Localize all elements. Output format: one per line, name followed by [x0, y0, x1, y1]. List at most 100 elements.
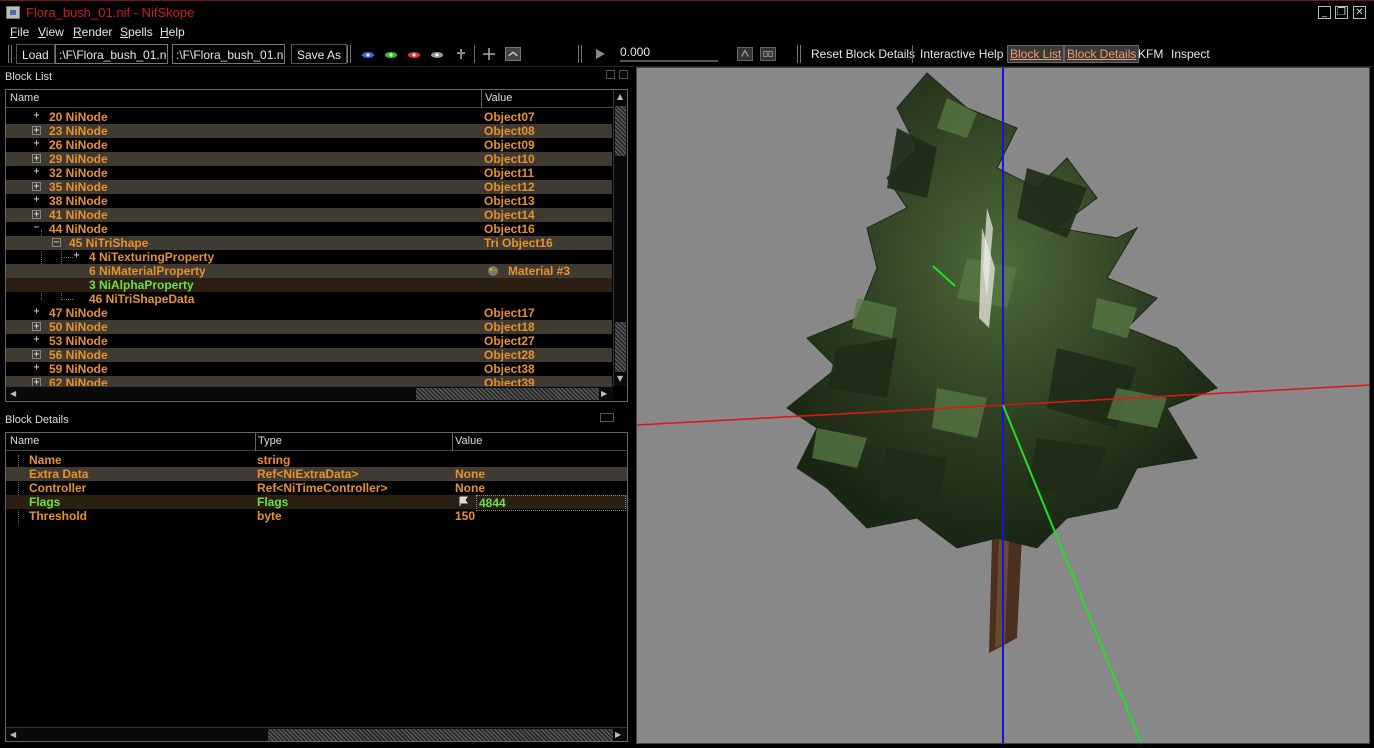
scrollbar-thumb[interactable]: [268, 729, 613, 741]
expand-icon[interactable]: +: [32, 111, 41, 121]
block-list-tree[interactable]: Name Value + 20 NiNode Object07 + 23 NiN…: [5, 89, 628, 402]
expand-icon[interactable]: +: [32, 126, 41, 136]
expand-icon[interactable]: +: [32, 167, 41, 177]
block-list-toggle[interactable]: Block List: [1007, 45, 1065, 63]
detail-row[interactable]: Name string: [6, 453, 627, 467]
column-divider[interactable]: [452, 433, 453, 451]
detail-row[interactable]: Extra Data Ref<NiExtraData> None: [6, 467, 627, 481]
scroll-up-arrow-icon[interactable]: ▲: [617, 92, 623, 101]
scroll-right-arrow-icon[interactable]: ▶: [615, 730, 621, 739]
dock-float-icon[interactable]: [600, 413, 614, 422]
tree-row[interactable]: + 53 NiNode Object27: [6, 334, 612, 348]
column-header-type[interactable]: Type: [258, 435, 282, 447]
tree-row[interactable]: + 50 NiNode Object18: [6, 320, 612, 334]
tree-row[interactable]: + 20 NiNode Object07: [6, 110, 612, 124]
field-value[interactable]: None: [455, 467, 485, 481]
loop-animation-icon[interactable]: [737, 47, 753, 61]
tree-row[interactable]: + 32 NiNode Object11: [6, 166, 612, 180]
column-header-name[interactable]: Name: [10, 92, 39, 104]
tree-row[interactable]: + 4 NiTexturingProperty: [6, 250, 612, 264]
scrollbar-thumb[interactable]: [615, 106, 626, 156]
view-user-icon[interactable]: [429, 47, 445, 61]
block-details-horizontal-scrollbar[interactable]: ◀ ▶: [6, 727, 627, 741]
column-divider[interactable]: [481, 90, 482, 108]
scroll-right-arrow-icon[interactable]: ▶: [601, 389, 607, 398]
minimize-button[interactable]: _: [1318, 6, 1331, 19]
expand-icon[interactable]: +: [32, 350, 41, 360]
tree-row[interactable]: + 26 NiNode Object09: [6, 138, 612, 152]
interactive-help-button[interactable]: Interactive Help: [920, 47, 1003, 61]
toolbar-grip[interactable]: [578, 45, 582, 63]
dock-close-icon[interactable]: [619, 70, 628, 79]
tree-row[interactable]: 46 NiTriShapeData: [6, 292, 612, 306]
expand-icon[interactable]: +: [32, 322, 41, 332]
save-as-button[interactable]: Save As: [291, 44, 348, 64]
tree-row[interactable]: + 47 NiNode Object17: [6, 306, 612, 320]
menu-help[interactable]: Help: [160, 25, 185, 39]
scrollbar-thumb[interactable]: [615, 322, 626, 372]
inspect-toggle[interactable]: Inspect: [1171, 47, 1210, 61]
tree-row-selected[interactable]: 3 NiAlphaProperty: [6, 278, 612, 292]
column-header-value[interactable]: Value: [485, 92, 512, 104]
collapse-icon[interactable]: −: [32, 223, 41, 233]
flag-icon[interactable]: [458, 496, 469, 507]
load-path-field[interactable]: :\F\Flora_bush_01.nif: [55, 44, 168, 64]
walk-mode-icon[interactable]: [453, 47, 469, 61]
restore-button[interactable]: ❐: [1335, 6, 1348, 19]
expand-icon[interactable]: +: [32, 154, 41, 164]
menu-view[interactable]: View: [38, 25, 64, 39]
load-button[interactable]: Load: [16, 44, 55, 64]
field-value[interactable]: 150: [455, 509, 475, 523]
block-details-toggle[interactable]: Block Details: [1064, 45, 1140, 63]
toolbar-grip[interactable]: [8, 45, 12, 63]
tree-row[interactable]: + 38 NiNode Object13: [6, 194, 612, 208]
save-path-field[interactable]: :\F\Flora_bush_01.nif: [172, 44, 285, 64]
view-side-icon[interactable]: [406, 47, 422, 61]
tree-row[interactable]: − 44 NiNode Object16: [6, 222, 612, 236]
expand-icon[interactable]: +: [32, 378, 41, 386]
expand-icon[interactable]: +: [32, 307, 41, 317]
detail-row[interactable]: Threshold byte 150: [6, 509, 627, 523]
tree-row[interactable]: + 35 NiNode Object12: [6, 180, 612, 194]
expand-icon[interactable]: +: [32, 195, 41, 205]
scene-render[interactable]: [637, 68, 1370, 744]
orthographic-toggle-icon[interactable]: [505, 47, 521, 61]
animation-time-slider[interactable]: [620, 60, 718, 62]
tree-row[interactable]: 6 NiMaterialProperty Material #3: [6, 264, 612, 278]
collapse-icon[interactable]: −: [52, 238, 61, 248]
detail-row[interactable]: Controller Ref<NiTimeController> None: [6, 481, 627, 495]
play-icon[interactable]: [592, 47, 608, 61]
kfm-toggle[interactable]: KFM: [1138, 47, 1163, 61]
column-divider[interactable]: [255, 433, 256, 451]
tree-row[interactable]: + 62 NiNode Object39: [6, 376, 612, 386]
menu-spells[interactable]: Spells: [120, 25, 153, 39]
toolbar-grip[interactable]: [347, 45, 351, 63]
render-viewport[interactable]: [636, 67, 1370, 744]
tree-row[interactable]: + 56 NiNode Object28: [6, 348, 612, 362]
block-list-vertical-scrollbar[interactable]: ▲ ▼: [613, 90, 627, 386]
expand-icon[interactable]: +: [32, 182, 41, 192]
scroll-left-arrow-icon[interactable]: ◀: [10, 389, 16, 398]
view-front-icon[interactable]: [360, 47, 376, 61]
expand-icon[interactable]: +: [32, 335, 41, 345]
expand-icon[interactable]: +: [32, 363, 41, 373]
toolbar-grip[interactable]: [797, 45, 801, 63]
column-header-name[interactable]: Name: [10, 435, 39, 447]
field-value[interactable]: None: [455, 481, 485, 495]
tree-row[interactable]: + 23 NiNode Object08: [6, 124, 612, 138]
tree-row[interactable]: + 59 NiNode Object38: [6, 362, 612, 376]
reset-block-details-button[interactable]: Reset Block Details: [811, 47, 915, 61]
switch-animation-icon[interactable]: [760, 47, 776, 61]
expand-icon[interactable]: +: [32, 210, 41, 220]
view-top-icon[interactable]: [383, 47, 399, 61]
tree-row[interactable]: − 45 NiTriShape Tri Object16: [6, 236, 612, 250]
perspective-toggle-icon[interactable]: [481, 47, 497, 61]
tree-row[interactable]: + 29 NiNode Object10: [6, 152, 612, 166]
tree-row[interactable]: + 41 NiNode Object14: [6, 208, 612, 222]
scroll-down-arrow-icon[interactable]: ▼: [617, 374, 623, 383]
block-list-horizontal-scrollbar[interactable]: ◀ ▶: [6, 386, 613, 400]
column-header-value[interactable]: Value: [455, 435, 482, 447]
dock-float-icon[interactable]: [606, 70, 615, 79]
close-button[interactable]: ✕: [1353, 6, 1366, 19]
expand-icon[interactable]: +: [72, 251, 81, 261]
